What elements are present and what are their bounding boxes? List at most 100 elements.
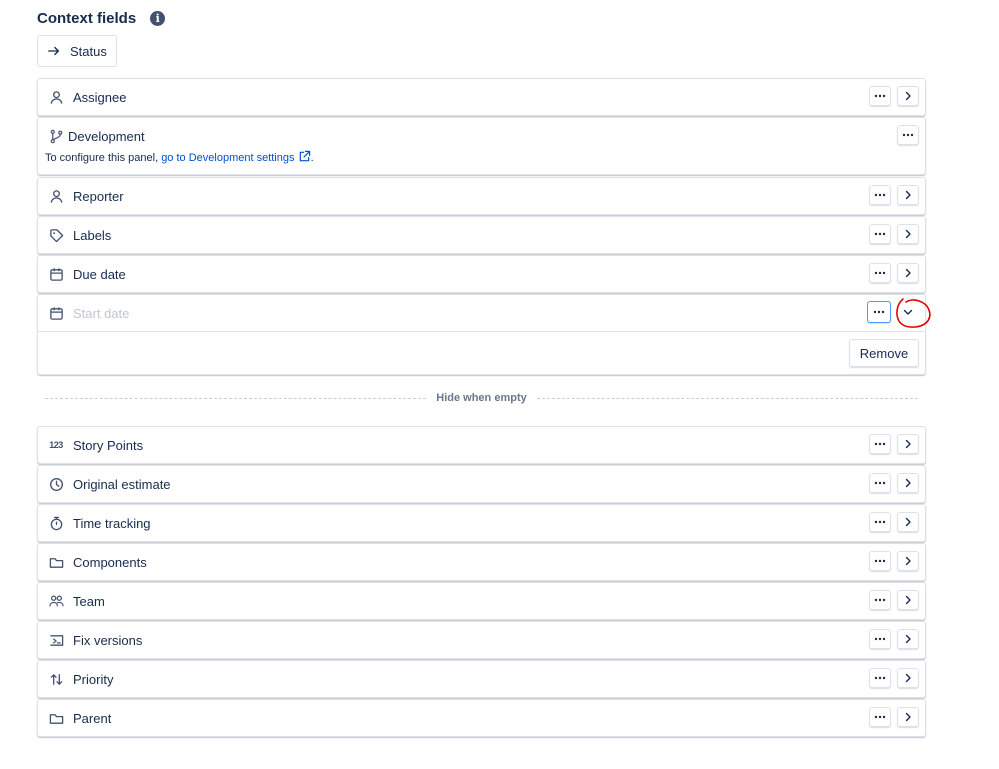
field-parent[interactable]: Parent [37, 699, 926, 737]
field-labels[interactable]: Labels [37, 216, 926, 254]
more-icon [874, 637, 886, 641]
field-options-panel: Remove [38, 331, 925, 374]
hide-when-empty-divider: Hide when empty [45, 390, 918, 406]
more-icon [874, 559, 886, 563]
branch-icon [48, 128, 64, 144]
field-start-date[interactable]: Start date Remove [37, 294, 926, 375]
chevron-right-icon [905, 268, 911, 278]
field-label: Fix versions [73, 632, 143, 648]
stopwatch-icon [48, 515, 64, 531]
more-options-button[interactable] [897, 125, 919, 145]
field-label: Parent [73, 710, 112, 726]
more-options-button[interactable] [869, 707, 891, 727]
tag-icon [48, 227, 64, 243]
more-icon [874, 676, 886, 680]
expand-button[interactable] [897, 185, 919, 205]
field-label: Development [68, 128, 145, 144]
more-icon [874, 271, 886, 275]
arrow-right-icon [48, 46, 60, 56]
field-label: Labels [73, 227, 112, 243]
expand-button[interactable] [897, 434, 919, 454]
more-options-button[interactable] [869, 551, 891, 571]
clock-icon [48, 476, 64, 492]
chevron-right-icon [905, 439, 911, 449]
more-icon [874, 481, 886, 485]
calendar-icon [48, 266, 64, 282]
more-options-button[interactable] [869, 590, 891, 610]
section-header: Context fields i [37, 8, 166, 28]
chevron-right-icon [905, 634, 911, 644]
more-icon [874, 193, 886, 197]
field-label: Original estimate [73, 476, 171, 492]
field-development: Development To configure this panel, go … [37, 117, 926, 175]
number-icon: 123 [49, 440, 63, 450]
expand-button[interactable] [897, 473, 919, 493]
field-original-estimate[interactable]: Original estimate [37, 465, 926, 503]
chevron-right-icon [905, 229, 911, 239]
field-story-points[interactable]: 123 Story Points [37, 426, 926, 464]
chevron-right-icon [905, 712, 911, 722]
field-priority[interactable]: Priority [37, 660, 926, 698]
more-icon [874, 598, 886, 602]
more-options-button[interactable] [869, 224, 891, 244]
chevron-right-icon [905, 517, 911, 527]
more-icon [874, 520, 886, 524]
field-label: Team [73, 593, 105, 609]
expand-button[interactable] [897, 512, 919, 532]
more-icon [873, 310, 885, 314]
status-button[interactable]: Status [37, 35, 117, 67]
more-icon [874, 232, 886, 236]
expand-button[interactable] [897, 707, 919, 727]
field-components[interactable]: Components [37, 543, 926, 581]
more-options-button[interactable] [869, 668, 891, 688]
more-options-button[interactable] [867, 301, 891, 323]
expand-button[interactable] [897, 590, 919, 610]
expand-button[interactable] [897, 668, 919, 688]
more-options-button[interactable] [869, 434, 891, 454]
person-icon [48, 188, 64, 204]
expand-button[interactable] [897, 551, 919, 571]
field-label: Reporter [73, 188, 124, 204]
version-icon [48, 632, 64, 648]
more-options-button[interactable] [869, 629, 891, 649]
more-icon [874, 442, 886, 446]
folder-icon [48, 710, 64, 726]
field-label: Components [73, 554, 147, 570]
field-label: Time tracking [73, 515, 151, 531]
team-icon [48, 593, 64, 609]
folder-icon [48, 554, 64, 570]
field-fix-versions[interactable]: Fix versions [37, 621, 926, 659]
chevron-right-icon [905, 190, 911, 200]
chevron-right-icon [905, 595, 911, 605]
field-reporter[interactable]: Reporter [37, 177, 926, 215]
remove-button[interactable]: Remove [849, 339, 919, 367]
field-assignee[interactable]: Assignee [37, 78, 926, 116]
field-due-date[interactable]: Due date [37, 255, 926, 293]
field-time-tracking[interactable]: Time tracking [37, 504, 926, 542]
field-team[interactable]: Team [37, 582, 926, 620]
expand-button[interactable] [897, 629, 919, 649]
chevron-right-icon [905, 91, 911, 101]
divider-line [536, 397, 918, 399]
person-icon [48, 89, 64, 105]
expand-button[interactable] [897, 263, 919, 283]
chevron-right-icon [905, 478, 911, 488]
more-options-button[interactable] [869, 512, 891, 532]
more-options-button[interactable] [869, 263, 891, 283]
more-icon [874, 94, 886, 98]
more-options-button[interactable] [869, 86, 891, 106]
chevron-right-icon [905, 673, 911, 683]
more-options-button[interactable] [869, 473, 891, 493]
more-options-button[interactable] [869, 185, 891, 205]
field-label: Due date [73, 266, 126, 282]
expand-button[interactable] [897, 224, 919, 244]
field-label: Story Points [73, 437, 144, 453]
status-label: Status [70, 43, 107, 59]
chevron-down-icon [903, 309, 913, 315]
field-label: Priority [73, 671, 114, 687]
collapse-button[interactable] [897, 302, 919, 322]
expand-button[interactable] [897, 86, 919, 106]
field-label: Start date [73, 305, 130, 321]
info-icon[interactable]: i [150, 10, 166, 26]
page-title: Context fields [37, 9, 137, 27]
